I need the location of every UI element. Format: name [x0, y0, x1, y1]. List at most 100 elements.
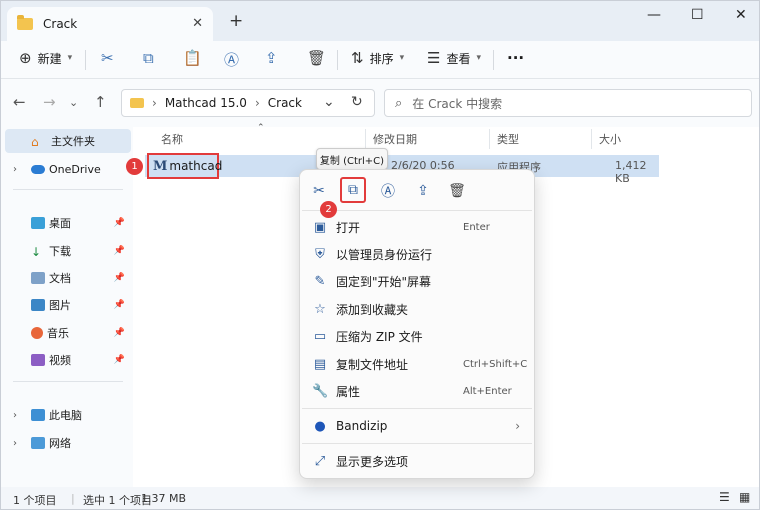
cut-icon[interactable]: ✂ [101, 49, 114, 67]
maximize-button[interactable]: ☐ [691, 7, 704, 23]
details-view-icon[interactable]: ☰ [719, 490, 730, 504]
menu-item-pin-to-start[interactable]: ✎ 固定到"开始"屏幕 [300, 268, 534, 294]
up-arrow-icon[interactable]: ↑ [94, 93, 107, 111]
column-divider[interactable] [591, 129, 592, 149]
pin-icon[interactable]: 📌 [114, 218, 125, 228]
status-bar: 1 个项目 | 选中 1 个项目 1.37 MB ☰ ▦ [1, 487, 759, 509]
sidebar-item-home[interactable]: ⌂ 主文件夹 [5, 129, 131, 153]
column-header-size[interactable]: 大小 [599, 131, 621, 147]
recent-chevron-icon[interactable]: ⌄ [69, 96, 78, 109]
delete-icon[interactable]: 🗑 [307, 49, 326, 67]
menu-divider [302, 443, 532, 444]
sidebar-item-documents[interactable]: 文档 📌 [1, 266, 131, 290]
sidebar-item-label: 此电脑 [49, 409, 82, 422]
forward-arrow-icon[interactable]: → [43, 93, 56, 111]
folder-icon [17, 15, 33, 30]
breadcrumb-crack[interactable]: Crack [268, 96, 302, 110]
selected-size: 1.37 MB [141, 492, 187, 505]
delete-icon[interactable]: 🗑 [446, 180, 468, 202]
copy-icon[interactable]: ⧉ [143, 49, 154, 67]
copy-path-icon: ▤ [313, 356, 327, 372]
sidebar-item-downloads[interactable]: ↓ 下载 📌 [1, 239, 131, 263]
file-name-cell[interactable]: M mathcad [147, 153, 223, 179]
menu-item-run-as-admin[interactable]: ⛨ 以管理员身份运行 [300, 241, 534, 267]
more-options-button[interactable]: ··· [507, 49, 524, 67]
column-header-type[interactable]: 类型 [497, 131, 519, 147]
tiles-view-icon[interactable]: ▦ [739, 490, 750, 504]
tab-close-icon[interactable]: ✕ [192, 16, 203, 31]
sidebar-item-pictures[interactable]: 图片 📌 [1, 293, 131, 317]
chevron-down-icon: ▾ [399, 53, 405, 63]
network-icon [31, 437, 45, 449]
submenu-chevron-icon: › [515, 419, 520, 433]
menu-item-open[interactable]: ▣ 打开 Enter [300, 214, 534, 240]
rename-icon[interactable]: Ⓐ [377, 180, 399, 202]
copy-tooltip: 复制 (Ctrl+C) [316, 148, 388, 170]
share-icon[interactable]: ⇪ [412, 180, 434, 202]
sidebar-item-label: 视频 [49, 354, 71, 367]
sidebar-item-label: 音乐 [47, 327, 69, 340]
address-dropdown-icon[interactable]: ⌄ [323, 94, 335, 110]
sort-label: 排序 [369, 51, 394, 66]
close-window-button[interactable]: ✕ [735, 7, 747, 23]
mathcad-app-icon: M [153, 158, 168, 174]
column-divider[interactable] [365, 129, 366, 149]
minimize-button[interactable]: — [647, 7, 661, 23]
new-button[interactable]: ⊕ 新建 ▾ [19, 49, 72, 67]
wrench-icon: 🔧 [312, 383, 329, 399]
file-name: mathcad [169, 159, 223, 173]
sidebar-item-network[interactable]: › 网络 [1, 431, 131, 455]
sidebar-item-label: 下载 [49, 245, 71, 258]
pin-icon[interactable]: 📌 [114, 328, 125, 338]
refresh-icon[interactable]: ↻ [351, 94, 363, 110]
chevron-right-icon: › [152, 96, 157, 110]
expand-chevron-icon: › [13, 437, 17, 449]
search-placeholder: 在 Crack 中搜索 [412, 96, 503, 111]
address-bar[interactable]: › Mathcad 15.0 › Crack [121, 89, 375, 117]
rename-icon[interactable]: Ⓐ [224, 49, 239, 70]
copy-icon[interactable]: ⧉ [340, 177, 366, 203]
sort-icon: ⇅ [351, 49, 364, 67]
tab-crack[interactable]: Crack ✕ [7, 7, 213, 41]
paste-icon[interactable]: 📋 [183, 49, 202, 67]
column-header-name[interactable]: 名称 [161, 131, 183, 147]
view-label: 查看 [446, 51, 471, 66]
pin-icon[interactable]: 📌 [114, 273, 125, 283]
menu-item-bandizip[interactable]: ● Bandizip › [300, 413, 534, 439]
star-icon: ☆ [314, 301, 326, 317]
new-tab-button[interactable]: + [229, 11, 243, 31]
chevron-right-icon: › [254, 96, 260, 110]
menu-item-add-to-favorites[interactable]: ☆ 添加到收藏夹 [300, 296, 534, 322]
cloud-icon [31, 164, 45, 174]
sidebar-item-videos[interactable]: 视频 📌 [1, 348, 131, 372]
sidebar-item-this-pc[interactable]: › 此电脑 [1, 403, 131, 427]
share-icon[interactable]: ⇪ [265, 49, 278, 67]
sort-up-icon: ⌃ [257, 123, 265, 133]
pin-icon: ✎ [314, 273, 326, 289]
breadcrumb-mathcad[interactable]: Mathcad 15.0 [165, 96, 247, 110]
column-divider[interactable] [489, 129, 490, 149]
pin-icon[interactable]: 📌 [114, 246, 125, 256]
cut-icon[interactable]: ✂ [308, 180, 330, 202]
view-button[interactable]: ☰ 查看 ▾ [427, 49, 481, 67]
menu-item-compress-zip[interactable]: ▭ 压缩为 ZIP 文件 [300, 323, 534, 349]
menu-item-show-more-options[interactable]: ⤢ 显示更多选项 [300, 448, 534, 474]
sidebar-item-label: 文档 [49, 272, 71, 285]
menu-item-copy-path[interactable]: ▤ 复制文件地址 Ctrl+Shift+C [300, 351, 534, 377]
home-icon: ⌂ [31, 135, 39, 149]
sort-button[interactable]: ⇅ 排序 ▾ [351, 49, 404, 67]
sidebar-item-desktop[interactable]: 桌面 📌 [1, 211, 131, 235]
pin-icon[interactable]: 📌 [114, 355, 125, 365]
column-header-modified[interactable]: 修改日期 [373, 131, 417, 147]
expand-chevron-icon: › [13, 163, 17, 175]
music-icon [31, 327, 43, 339]
search-input[interactable]: ⌕ 在 Crack 中搜索 [384, 89, 752, 117]
pin-icon[interactable]: 📌 [114, 300, 125, 310]
sidebar-item-music[interactable]: 音乐 📌 [1, 321, 131, 345]
title-bar: Crack ✕ + — ☐ ✕ [1, 1, 759, 41]
toolbar: ⊕ 新建 ▾ ✂ ⧉ 📋 Ⓐ ⇪ 🗑 ⇅ 排序 ▾ ☰ 查看 ▾ ··· [1, 41, 759, 79]
sidebar-item-onedrive[interactable]: › OneDrive [1, 157, 131, 181]
plus-circle-icon: ⊕ [19, 49, 32, 67]
back-arrow-icon[interactable]: ← [13, 93, 26, 111]
menu-item-properties[interactable]: 🔧 属性 Alt+Enter [300, 378, 534, 404]
